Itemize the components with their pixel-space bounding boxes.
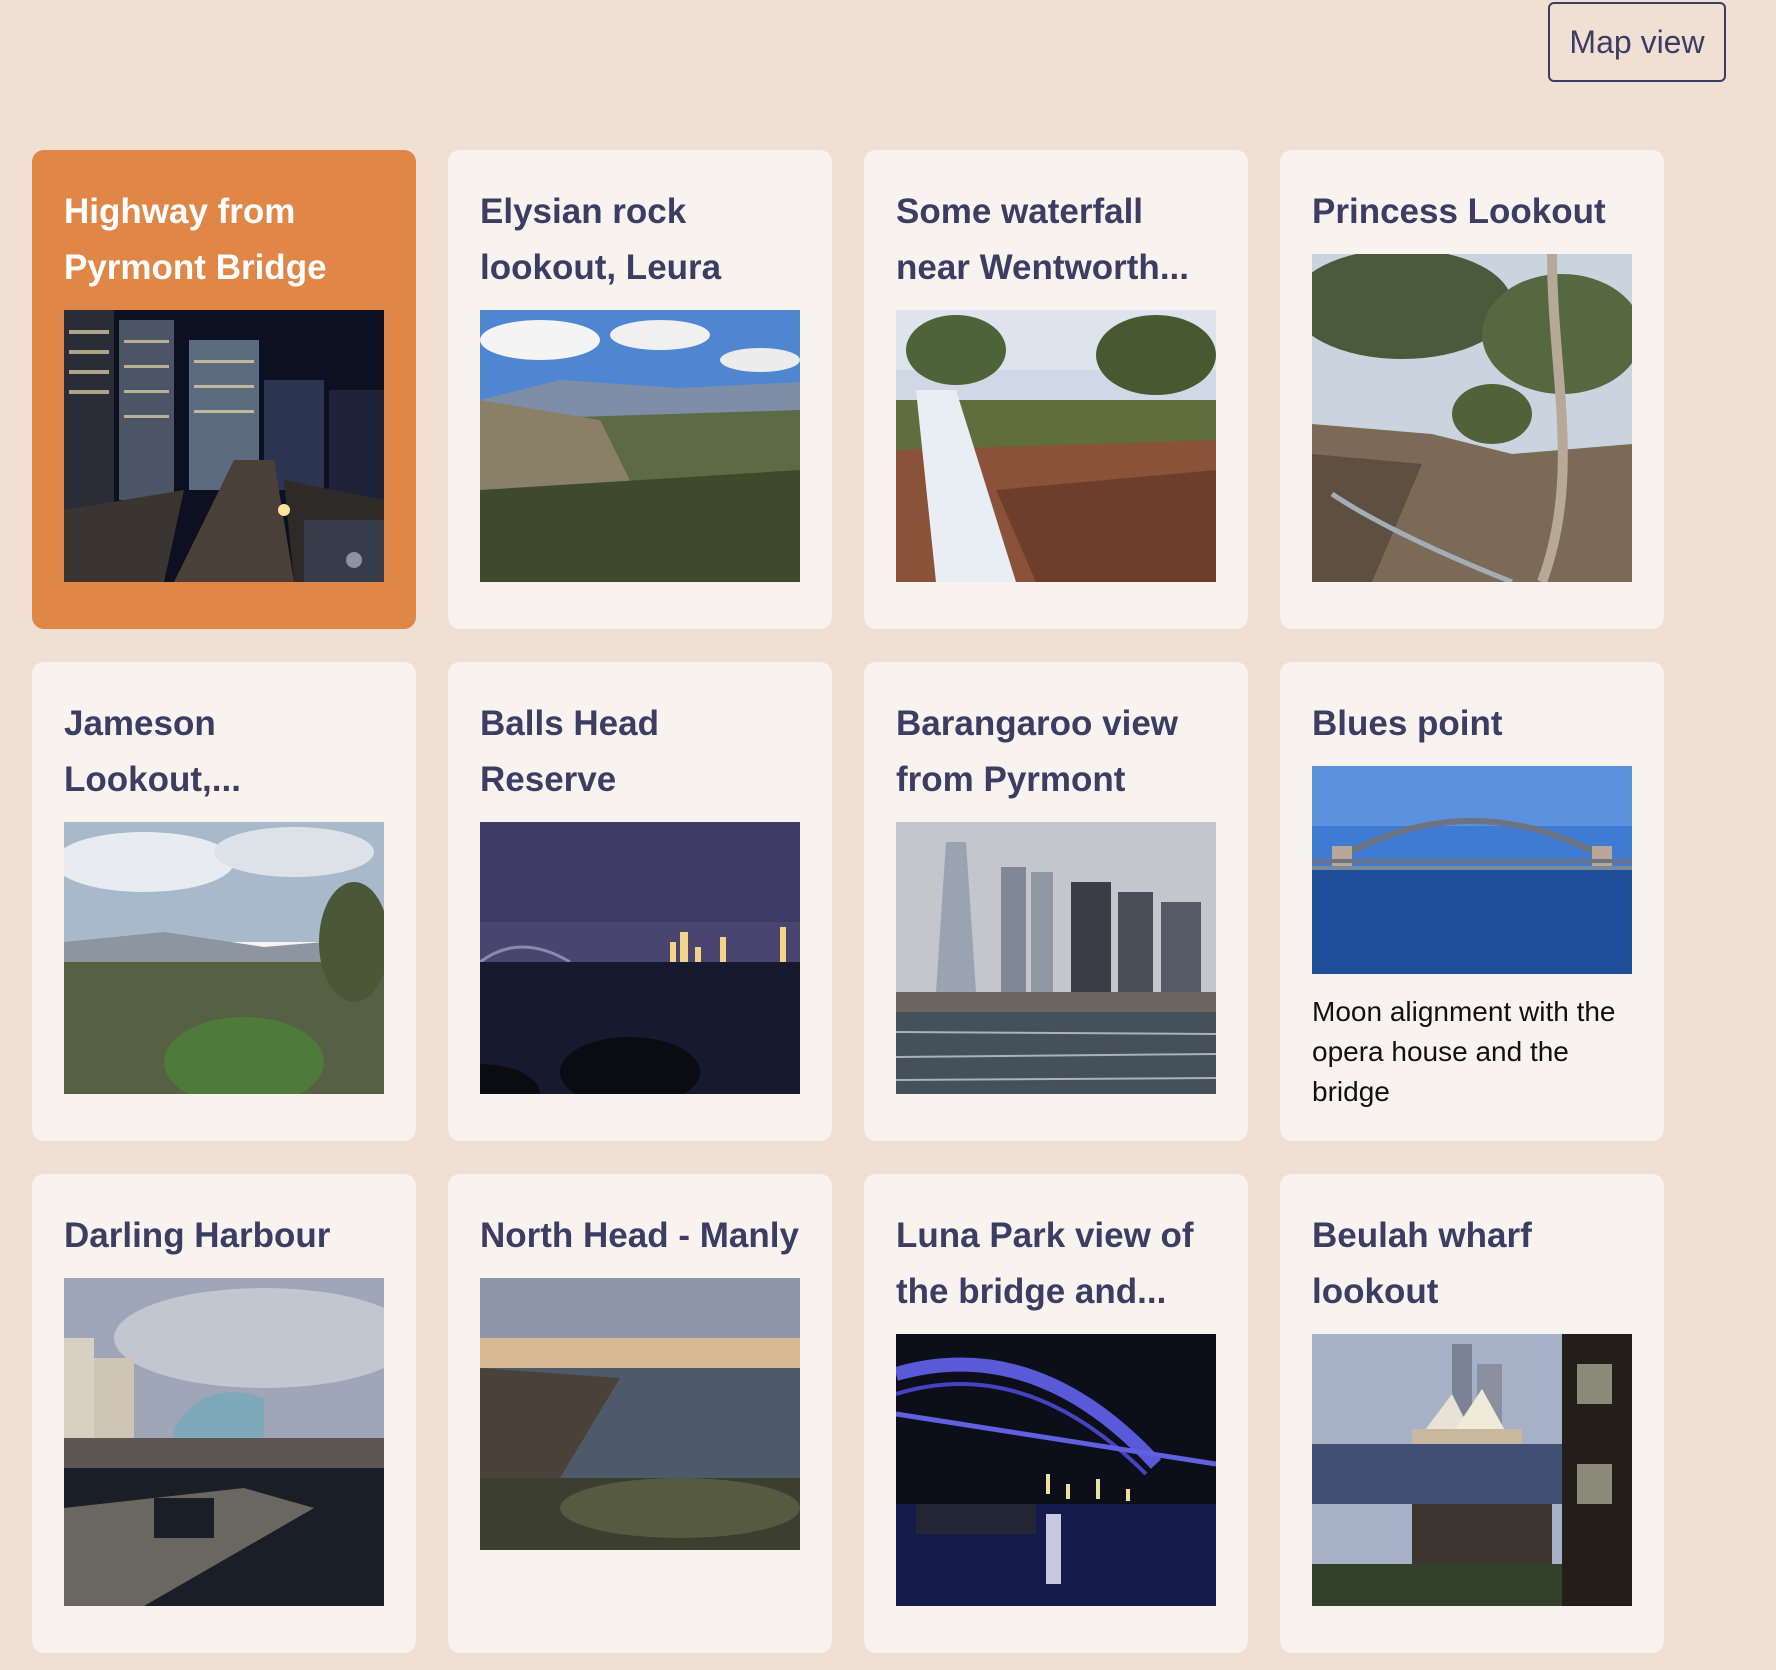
location-card[interactable]: Some waterfall near Wentworth... [864,150,1248,629]
location-card[interactable]: Darling Harbour [32,1174,416,1653]
card-photo [1312,766,1632,974]
card-photo [64,822,384,1094]
location-card[interactable]: Elysian rock lookout, Leura [448,150,832,629]
card-photo [64,310,384,582]
location-card[interactable]: Jameson Lookout,... [32,662,416,1141]
card-title: Luna Park view of the bridge and... [896,1216,1194,1311]
card-description: Moon alignment with the opera house and … [1312,996,1616,1107]
card-title: Blues point [1312,704,1503,743]
card-title: Balls Head Reserve [480,704,659,799]
card-photo [896,822,1216,1094]
card-photo [480,1278,800,1550]
photo-grid: Highway from Pyrmont Bridge Elysian rock… [32,150,1664,1653]
card-title: Darling Harbour [64,1216,331,1255]
card-title: Beulah wharf lookout [1312,1216,1532,1311]
card-photo [896,310,1216,582]
card-title: Highway from Pyrmont Bridge [64,192,327,287]
location-card[interactable]: Luna Park view of the bridge and... [864,1174,1248,1653]
card-photo [1312,1334,1632,1606]
card-title: Princess Lookout [1312,192,1606,231]
card-photo [480,310,800,582]
card-title: North Head - Manly [480,1216,799,1255]
location-card[interactable]: North Head - Manly [448,1174,832,1653]
card-photo [64,1278,384,1606]
location-card[interactable]: Princess Lookout [1280,150,1664,629]
location-card[interactable]: Balls Head Reserve [448,662,832,1141]
card-photo [1312,254,1632,582]
card-photo [480,822,800,1094]
location-card[interactable]: Beulah wharf lookout [1280,1174,1664,1653]
card-title: Barangaroo view from Pyrmont [896,704,1179,799]
location-card[interactable]: Barangaroo view from Pyrmont [864,662,1248,1141]
card-title: Jameson Lookout,... [64,704,241,799]
location-card[interactable]: Blues point Moon alignment with the oper… [1280,662,1664,1141]
card-photo [896,1334,1216,1606]
card-title: Elysian rock lookout, Leura [480,192,722,287]
location-card[interactable]: Highway from Pyrmont Bridge [32,150,416,629]
map-view-button[interactable]: Map view [1548,2,1726,82]
card-title: Some waterfall near Wentworth... [896,192,1189,287]
